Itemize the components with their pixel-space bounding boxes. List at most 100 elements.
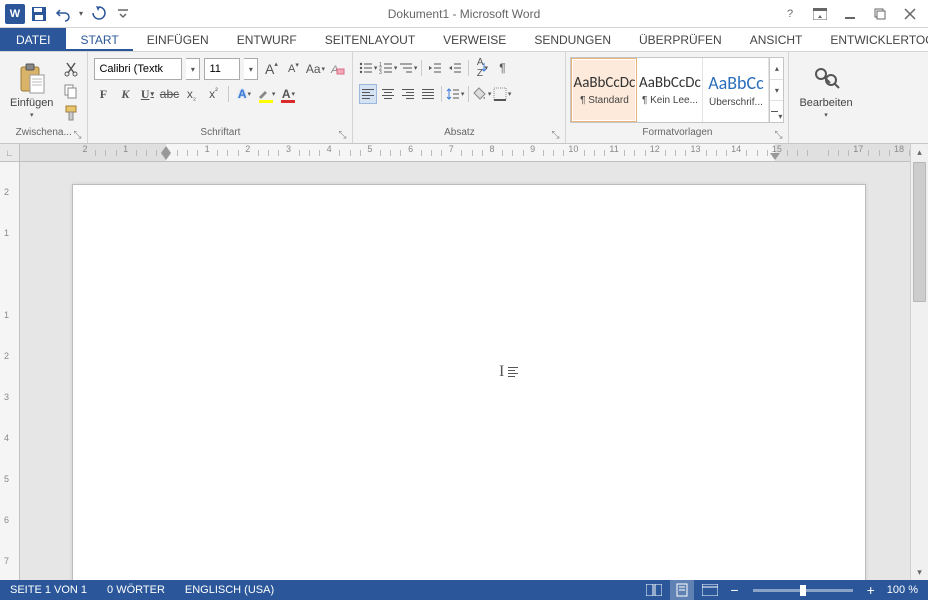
- align-center-icon[interactable]: [379, 84, 397, 104]
- tab-file[interactable]: DATEI: [0, 28, 66, 51]
- clear-formatting-icon[interactable]: A: [328, 59, 346, 79]
- format-painter-icon[interactable]: [61, 103, 81, 123]
- qat-customize-icon[interactable]: [112, 3, 134, 25]
- vertical-ruler[interactable]: 211234567: [0, 162, 20, 580]
- tab-developer[interactable]: ENTWICKLERTOOLS: [816, 28, 928, 51]
- subscript-button[interactable]: x₂: [182, 84, 200, 104]
- line-spacing-icon[interactable]: [446, 84, 464, 104]
- tab-view[interactable]: ANSICHT: [736, 28, 817, 51]
- styles-expand-icon[interactable]: ▾: [770, 101, 783, 122]
- paste-button[interactable]: Einfügen ▾: [4, 54, 59, 127]
- find-button[interactable]: Bearbeiten ▾: [793, 54, 858, 127]
- read-mode-icon[interactable]: [642, 580, 666, 600]
- ruler-tick: 2: [82, 144, 87, 154]
- word-count[interactable]: 0 WÖRTER: [97, 584, 175, 596]
- change-case-icon[interactable]: Aa▾: [306, 59, 324, 79]
- superscript-button[interactable]: x²: [204, 84, 222, 104]
- tab-start[interactable]: START: [66, 28, 132, 51]
- document-area[interactable]: I: [20, 162, 910, 580]
- increase-indent-icon[interactable]: [446, 58, 464, 78]
- numbered-list-icon[interactable]: 123: [379, 58, 397, 78]
- tab-mailings[interactable]: SENDUNGEN: [520, 28, 625, 51]
- strikethrough-button[interactable]: abc: [160, 84, 178, 104]
- page[interactable]: [72, 184, 866, 580]
- clipboard-launcher-icon[interactable]: ⤡: [71, 130, 83, 142]
- show-marks-icon[interactable]: ¶: [493, 58, 511, 78]
- align-left-icon[interactable]: [359, 84, 377, 104]
- status-bar: SEITE 1 VON 1 0 WÖRTER ENGLISCH (USA) − …: [0, 580, 928, 600]
- group-paragraph: 123 AZ ¶: [353, 52, 566, 143]
- font-launcher-icon[interactable]: ⤡: [336, 130, 348, 142]
- language-indicator[interactable]: ENGLISCH (USA): [175, 584, 284, 596]
- redo-icon[interactable]: [88, 3, 110, 25]
- zoom-out-button[interactable]: −: [726, 583, 742, 597]
- scroll-thumb[interactable]: [913, 162, 926, 302]
- ruler-tick: 4: [4, 433, 9, 443]
- font-size-dropdown-icon[interactable]: ▾: [244, 58, 258, 80]
- print-layout-icon[interactable]: [670, 580, 694, 600]
- grow-font-icon[interactable]: A▴: [262, 59, 280, 79]
- copy-icon[interactable]: [61, 81, 81, 101]
- bold-button[interactable]: F: [94, 84, 112, 104]
- minimize-icon[interactable]: [840, 4, 860, 24]
- group-clipboard: Einfügen ▾ Zwischena...⤡: [0, 52, 88, 143]
- styles-launcher-icon[interactable]: ⤡: [772, 130, 784, 142]
- justify-icon[interactable]: [419, 84, 437, 104]
- maximize-icon[interactable]: [870, 4, 890, 24]
- style-heading1[interactable]: AaBbCc Überschrif...: [703, 58, 769, 122]
- style-standard[interactable]: AaBbCcDc ¶ Standard: [571, 58, 637, 122]
- multilevel-list-icon[interactable]: [399, 58, 417, 78]
- ribbon-tabs: DATEI START EINFÜGEN ENTWURF SEITENLAYOU…: [0, 28, 928, 52]
- decrease-indent-icon[interactable]: [426, 58, 444, 78]
- zoom-in-button[interactable]: +: [863, 583, 879, 597]
- hanging-indent-icon[interactable]: [161, 153, 171, 160]
- scroll-up-icon[interactable]: ▴: [911, 144, 928, 160]
- tab-insert[interactable]: EINFÜGEN: [133, 28, 223, 51]
- cut-icon[interactable]: [61, 59, 81, 79]
- undo-icon[interactable]: [52, 3, 74, 25]
- font-name-dropdown-icon[interactable]: ▾: [186, 58, 200, 80]
- close-icon[interactable]: [900, 4, 920, 24]
- styles-scroll-up-icon[interactable]: ▴: [770, 58, 783, 80]
- right-indent-icon[interactable]: [770, 153, 780, 160]
- scroll-down-icon[interactable]: ▾: [911, 564, 928, 580]
- title-bar: W ▾ Dokument1 - Microsoft Word ?: [0, 0, 928, 28]
- style-preview: AaBbCc: [708, 72, 764, 94]
- font-name-input[interactable]: [94, 58, 182, 80]
- ribbon-display-icon[interactable]: [810, 4, 830, 24]
- paragraph-launcher-icon[interactable]: ⤡: [549, 130, 561, 142]
- zoom-level[interactable]: 100 %: [883, 584, 922, 596]
- font-size-input[interactable]: [204, 58, 240, 80]
- word-logo-icon[interactable]: W: [4, 3, 26, 25]
- tab-references[interactable]: VERWEISE: [429, 28, 520, 51]
- save-icon[interactable]: [28, 3, 50, 25]
- italic-button[interactable]: K: [116, 84, 134, 104]
- bullet-list-icon[interactable]: [359, 58, 377, 78]
- styles-scroll-down-icon[interactable]: ▾: [770, 80, 783, 102]
- sort-icon[interactable]: AZ: [473, 58, 491, 78]
- tab-selector-icon[interactable]: ∟: [0, 144, 20, 162]
- underline-button[interactable]: U: [138, 84, 156, 104]
- tab-design[interactable]: ENTWURF: [223, 28, 311, 51]
- undo-dropdown-icon[interactable]: ▾: [76, 3, 86, 25]
- vertical-scrollbar[interactable]: ▴ ▾: [910, 144, 928, 580]
- font-color-icon[interactable]: A: [279, 84, 297, 104]
- zoom-slider[interactable]: [753, 589, 853, 592]
- first-line-indent-icon[interactable]: [161, 146, 171, 153]
- horizontal-ruler[interactable]: 211234567891011121314151718: [20, 144, 910, 162]
- borders-icon[interactable]: [493, 84, 511, 104]
- web-layout-icon[interactable]: [698, 580, 722, 600]
- align-right-icon[interactable]: [399, 84, 417, 104]
- highlight-icon[interactable]: [257, 84, 275, 104]
- style-no-spacing[interactable]: AaBbCcDc ¶ Kein Lee...: [637, 58, 703, 122]
- text-effects-icon[interactable]: A: [235, 84, 253, 104]
- shrink-font-icon[interactable]: A▾: [284, 59, 302, 79]
- tab-review[interactable]: ÜBERPRÜFEN: [625, 28, 736, 51]
- quick-access-toolbar: W ▾: [0, 3, 134, 25]
- help-icon[interactable]: ?: [780, 4, 800, 24]
- zoom-knob[interactable]: [800, 585, 806, 596]
- page-indicator[interactable]: SEITE 1 VON 1: [0, 584, 97, 596]
- svg-text:3: 3: [379, 70, 382, 74]
- tab-layout[interactable]: SEITENLAYOUT: [311, 28, 429, 51]
- shading-icon[interactable]: [473, 84, 491, 104]
